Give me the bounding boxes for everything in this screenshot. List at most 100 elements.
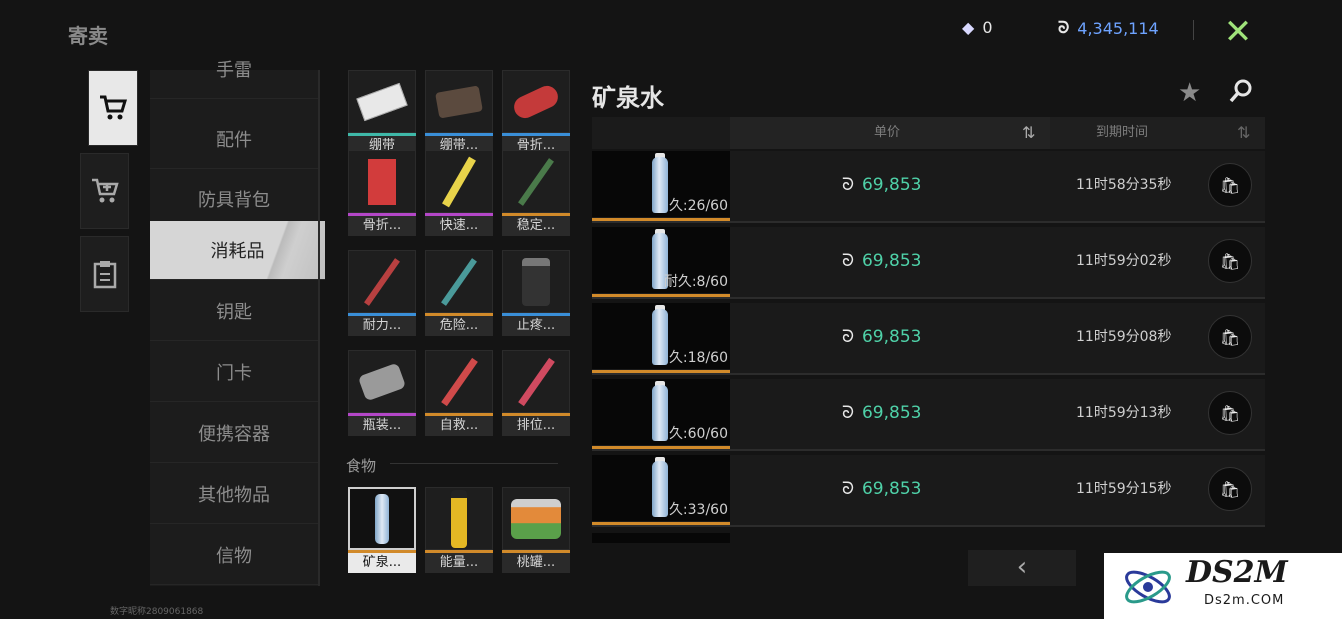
item-card[interactable]: 快速... [425,150,493,236]
shopping-bag-icon: 🛍 [1219,175,1241,195]
listing-thumbnail: 久:18/60 [592,303,730,373]
clipboard-icon [93,261,116,289]
category-attachments[interactable]: 配件 [150,110,318,169]
diamond-icon: ◆ [962,18,975,37]
category-list: 手雷 配件 防具背包 消耗品 钥匙 门卡 便携容器 其他物品 信物 [150,60,325,586]
item-card-selected[interactable]: 矿泉... [348,487,416,573]
buy-button[interactable]: 🛍 [1208,239,1252,283]
food-grid: 矿泉... 能量... 桃罐... [346,487,574,577]
item-card[interactable]: 耐力... [348,250,416,336]
watermark-brand: DS2M [1186,555,1288,590]
listing-price: ᘐ 69,853 [842,303,921,371]
listing-thumbnail: 耐久:8/60 [592,227,730,297]
water-bottle-icon [652,461,668,517]
category-consumables[interactable]: 消耗品 [150,221,325,280]
gem-count: 0 [982,18,993,37]
coin-icon: ᘐ [842,403,854,423]
listing-thumbnail: 久:33/60 [592,455,730,525]
item-label: 自救... [425,416,493,436]
buy-button[interactable]: 🛍 [1208,163,1252,207]
listing-row[interactable]: 久:60/60 ᘐ 69,853 11时59分13秒 🛍 [592,379,1265,451]
buy-button[interactable]: 🛍 [1208,467,1252,511]
expire-time: 11时59分15秒 [1076,481,1172,497]
item-card[interactable]: 排位... [502,350,570,436]
listing-row[interactable]: 久:18/60 ᘐ 69,853 11时59分08秒 🛍 [592,303,1265,375]
item-card[interactable]: 稳定... [502,150,570,236]
item-label: 排位... [502,416,570,436]
item-card[interactable]: 骨折... [348,150,416,236]
price-value: 69,853 [861,327,922,347]
sort-icon: ⇅ [1022,123,1036,142]
close-button[interactable]: ✕ [1218,14,1258,50]
item-card[interactable]: 绷带 [348,70,416,156]
item-card[interactable]: 能量... [425,487,493,573]
item-card[interactable]: 骨折... [502,70,570,156]
shopping-bag-icon: 🛍 [1219,479,1241,499]
listing-price: ᘐ 69,853 [842,151,921,219]
thumb-column [592,117,730,149]
item-label: 耐力... [348,316,416,336]
price-value: 69,853 [861,175,922,195]
listing-row[interactable]: 久:33/60 ᘐ 69,853 11时59分15秒 🛍 [592,455,1265,527]
category-keys[interactable]: 钥匙 [150,282,318,341]
listing-price: ᘐ 69,853 [842,227,921,295]
item-card[interactable]: 止疼... [502,250,570,336]
listing-row[interactable]: 久:26/60 ᘐ 69,853 11时58分35秒 🛍 [592,151,1265,223]
item-card[interactable]: 自救... [425,350,493,436]
category-tokens[interactable]: 信物 [150,526,318,585]
sidebar-divider [318,70,320,586]
water-bottle-icon [652,157,668,213]
item-label: 快速... [425,216,493,236]
food-section-title: 食物 [346,457,377,475]
listing-table-header: 单价 ⇅ 到期时间 ⇅ [592,117,1265,149]
category-grenade[interactable]: 手雷 [150,40,318,99]
listing-price: ᘐ 69,853 [842,455,921,523]
expire-column-header: 到期时间 [1096,125,1149,140]
cart-plus-icon [91,178,119,203]
chevron-left-icon: ‹ [1016,552,1028,582]
buy-button[interactable]: 🛍 [1208,315,1252,359]
cart-icon [100,95,128,120]
listing-row-partial [592,533,730,543]
item-label: 危险... [425,316,493,336]
record-tab[interactable] [80,236,129,312]
previous-page-button[interactable]: ‹ [968,550,1076,586]
price-value: 69,853 [861,403,922,423]
price-sort-button[interactable]: ⇅ [1022,117,1035,149]
favorite-button[interactable]: ★ [1178,78,1201,108]
buy-button[interactable]: 🛍 [1208,391,1252,435]
item-card[interactable]: 桃罐... [502,487,570,573]
gem-balance: ◆ 0 [962,18,993,37]
water-bottle-icon [348,487,416,550]
item-label: 骨折... [348,216,416,236]
durability-label: 久:60/60 [668,426,728,442]
sell-tab[interactable] [80,153,129,229]
category-keycards[interactable]: 门卡 [150,343,318,402]
peach-can-icon [502,487,570,550]
category-other[interactable]: 其他物品 [150,465,318,524]
rarity-bar [592,370,730,373]
item-label: 桃罐... [502,553,570,573]
sort-icon: ⇅ [1237,123,1251,142]
coin-icon: ᘐ [842,251,854,271]
listing-row[interactable]: 耐久:8/60 ᘐ 69,853 11时59分02秒 🛍 [592,227,1265,299]
listing-thumbnail: 久:26/60 [592,151,730,221]
pill-bottle-icon [348,350,416,413]
item-label: 稳定... [502,216,570,236]
ranked-injector-icon [502,350,570,413]
search-button[interactable] [1228,78,1254,111]
bandage-pack-icon [425,70,493,133]
item-label: 瓶装... [348,416,416,436]
coin-icon: ᘐ [842,175,854,195]
item-card[interactable]: 瓶装... [348,350,416,436]
energy-drink-icon [425,487,493,550]
item-card[interactable]: 危险... [425,250,493,336]
market-tab[interactable] [88,70,138,146]
item-card[interactable]: 绷带... [425,70,493,156]
coin-icon: ᘐ [1058,18,1070,37]
watermark-url: Ds2m.COM [1204,593,1285,608]
food-section-divider [390,463,558,464]
category-containers[interactable]: 便携容器 [150,404,318,463]
expire-column-bg [1050,117,1265,149]
expire-sort-button[interactable]: ⇅ [1237,117,1250,149]
